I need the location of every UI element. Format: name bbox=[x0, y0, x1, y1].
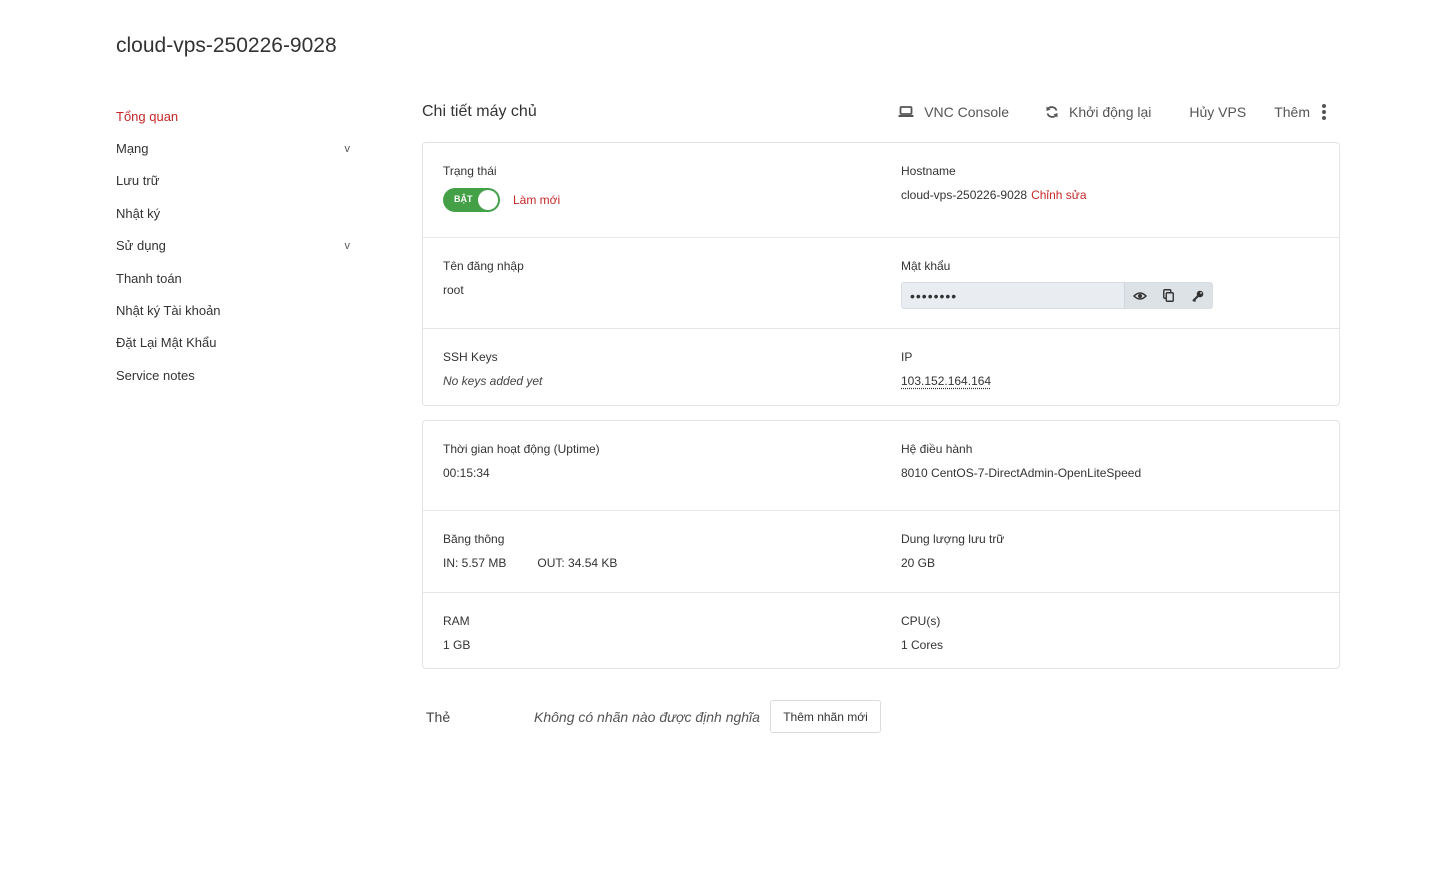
username-label: Tên đăng nhập bbox=[443, 259, 524, 273]
bandwidth-out: OUT: 34.54 KB bbox=[537, 556, 618, 570]
more-label: Thêm bbox=[1274, 104, 1310, 120]
action-bar: VNC Console Khởi động lại Hủy VPS Thêm bbox=[898, 104, 1340, 120]
sidebar-item-label: Sử dụng bbox=[116, 238, 166, 254]
power-toggle[interactable]: BẬT bbox=[443, 188, 500, 212]
refresh-link[interactable]: Làm mới bbox=[513, 193, 560, 207]
password-input[interactable] bbox=[902, 283, 1124, 308]
sidebar-item-reset-password[interactable]: Đặt Lại Mật Khẩu bbox=[116, 327, 356, 359]
os-label: Hệ điều hành bbox=[901, 442, 973, 456]
ram-cpu-row: RAM 1 GB CPU(s) 1 Cores bbox=[423, 593, 1339, 669]
sidebar-item-label: Tổng quan bbox=[116, 108, 179, 124]
bandwidth-label: Băng thông bbox=[443, 532, 505, 546]
uptime-label: Thời gian hoạt động (Uptime) bbox=[443, 442, 600, 456]
restart-label: Khởi động lại bbox=[1069, 104, 1152, 120]
hostname-label: Hostname bbox=[901, 164, 956, 178]
vnc-console-label: VNC Console bbox=[924, 104, 1010, 120]
copy-password-button[interactable] bbox=[1154, 283, 1183, 308]
sidebar-item-account-log[interactable]: Nhật ký Tài khoản bbox=[116, 294, 356, 326]
sidebar-item-label: Nhật ký Tài khoản bbox=[116, 303, 221, 319]
sidebar-item-service-notes[interactable]: Service notes bbox=[116, 359, 356, 391]
ip-value[interactable]: 103.152.164.164 bbox=[901, 374, 991, 388]
credentials-row: Tên đăng nhập root Mật khẩu bbox=[423, 238, 1339, 329]
cpu-value: 1 Cores bbox=[901, 638, 944, 652]
toggle-text: BẬT bbox=[454, 194, 473, 204]
chevron-down-icon: v bbox=[344, 142, 351, 155]
ram-label: RAM bbox=[443, 614, 470, 628]
sidebar-item-log[interactable]: Nhật ký bbox=[116, 197, 356, 229]
tags-empty-text: Không có nhãn nào được định nghĩa bbox=[534, 709, 760, 725]
refresh-icon bbox=[1046, 106, 1058, 118]
sidebar-item-storage[interactable]: Lưu trữ bbox=[116, 165, 356, 197]
kebab-menu-icon bbox=[1322, 104, 1326, 120]
ssh-keys-value: No keys added yet bbox=[443, 374, 543, 388]
more-menu-button[interactable]: Thêm bbox=[1274, 104, 1340, 120]
vnc-console-button[interactable]: VNC Console bbox=[898, 104, 1009, 120]
storage-value: 20 GB bbox=[901, 556, 936, 570]
show-password-button[interactable] bbox=[1125, 283, 1154, 308]
bandwidth-in: IN: 5.57 MB bbox=[443, 556, 507, 570]
key-icon bbox=[1191, 290, 1203, 302]
ip-label: IP bbox=[901, 350, 913, 364]
cpu-label: CPU(s) bbox=[901, 614, 941, 628]
os-value: 8010 CentOS-7-DirectAdmin-OpenLiteSpeed bbox=[901, 466, 1142, 480]
sidebar-item-usage[interactable]: Sử dụng v bbox=[116, 230, 356, 262]
sidebar-item-overview[interactable]: Tổng quan bbox=[116, 100, 356, 132]
password-field bbox=[901, 282, 1213, 309]
storage-label: Dung lượng lưu trữ bbox=[901, 532, 1005, 546]
ram-value: 1 GB bbox=[443, 638, 471, 652]
copy-icon bbox=[1163, 289, 1174, 302]
sidebar-item-label: Lưu trữ bbox=[116, 173, 160, 189]
tags-label: Thẻ bbox=[426, 709, 451, 725]
sidebar-item-label: Đặt Lại Mật Khẩu bbox=[116, 335, 217, 351]
sidebar-item-label: Nhật ký bbox=[116, 205, 161, 221]
section-title: Chi tiết máy chủ bbox=[422, 103, 537, 120]
tags-section: Thẻ Không có nhãn nào được định nghĩa Th… bbox=[426, 700, 1126, 735]
reset-password-button[interactable] bbox=[1183, 283, 1212, 308]
status-row: Trạng thái BẬT Làm mới Hostname cloud-vp… bbox=[423, 143, 1339, 238]
eye-icon bbox=[1132, 291, 1147, 300]
cancel-vps-button[interactable]: Hủy VPS bbox=[1189, 104, 1246, 120]
ssh-keys-label: SSH Keys bbox=[443, 350, 498, 364]
add-tag-button[interactable]: Thêm nhãn mới bbox=[770, 700, 881, 733]
ssh-ip-row: SSH Keys No keys added yet IP 103.152.16… bbox=[423, 329, 1339, 405]
sidebar-item-billing[interactable]: Thanh toán bbox=[116, 262, 356, 294]
restart-button[interactable]: Khởi động lại bbox=[1045, 104, 1151, 120]
sidebar-item-label: Service notes bbox=[116, 367, 195, 383]
status-label: Trạng thái bbox=[443, 164, 497, 178]
uptime-os-row: Thời gian hoạt động (Uptime) 00:15:34 Hệ… bbox=[423, 421, 1339, 511]
laptop-icon bbox=[898, 106, 914, 117]
hostname-value: cloud-vps-250226-9028 bbox=[901, 188, 1028, 202]
resources-card: Thời gian hoạt động (Uptime) 00:15:34 Hệ… bbox=[422, 420, 1340, 669]
server-details-card: Trạng thái BẬT Làm mới Hostname cloud-vp… bbox=[422, 142, 1340, 406]
bandwidth-storage-row: Băng thông IN: 5.57 MB OUT: 34.54 KB Dun… bbox=[423, 511, 1339, 593]
sidebar-item-label: Thanh toán bbox=[116, 270, 182, 286]
cancel-vps-label: Hủy VPS bbox=[1189, 104, 1247, 120]
chevron-down-icon: v bbox=[344, 239, 351, 252]
password-label: Mật khẩu bbox=[901, 259, 951, 273]
page-title: cloud-vps-250226-9028 bbox=[116, 34, 337, 57]
section-header: Chi tiết máy chủ VNC Console Khởi động l… bbox=[422, 96, 1340, 128]
uptime-value: 00:15:34 bbox=[443, 466, 490, 480]
sidebar-nav: Tổng quan Mạng v Lưu trữ Nhật ký Sử dụng… bbox=[116, 100, 356, 392]
sidebar-item-network[interactable]: Mạng v bbox=[116, 132, 356, 164]
toggle-knob bbox=[478, 190, 498, 210]
edit-hostname-link[interactable]: Chỉnh sửa bbox=[1031, 188, 1086, 202]
username-value: root bbox=[443, 283, 464, 297]
sidebar-item-label: Mạng bbox=[116, 141, 149, 157]
